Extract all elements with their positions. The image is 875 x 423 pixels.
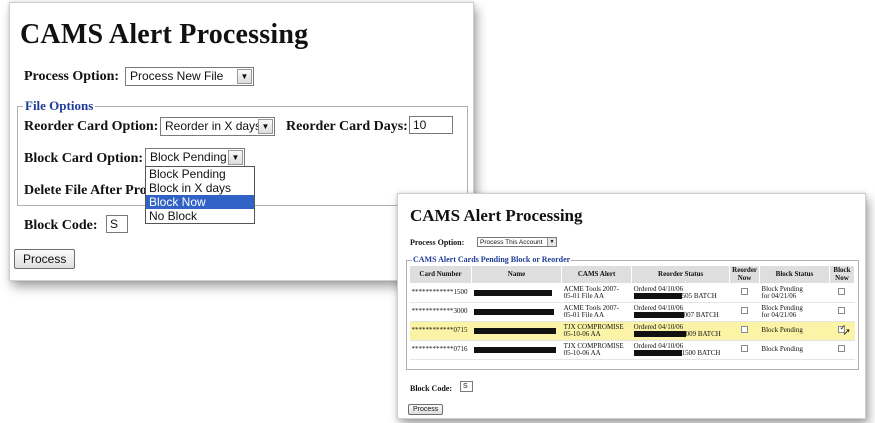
block-code-input[interactable]: S (106, 215, 128, 233)
redacted-batch (633, 331, 686, 338)
block-code-input[interactable]: S (460, 381, 473, 392)
table-row: ************1500 ACME Tools 2007- 05-01 F… (409, 283, 855, 303)
table-row-highlighted: ************0715 TJX COMPROMISE 05-10-06 … (409, 321, 855, 341)
page-title: CAMS Alert Processing (20, 19, 309, 50)
chevron-down-icon: ▼ (258, 119, 273, 134)
block-now-cell: ➚ (829, 321, 855, 341)
dropdown-option-block-pending[interactable]: Block Pending (146, 167, 254, 181)
reorder-now-checkbox[interactable] (741, 307, 749, 315)
delete-file-after-processing-label: Delete File After Pro (24, 183, 146, 198)
page-title: CAMS Alert Processing (410, 206, 583, 225)
block-now-cell (829, 283, 855, 303)
cams-alert-cell: ACME Tools 2007- 05-01 File AA (561, 283, 632, 303)
cams-alert-cell: ACME Tools 2007- 05-01 File AA (561, 302, 632, 322)
dropdown-option-block-in-x-days[interactable]: Block in X days (146, 181, 254, 195)
cams-alert-cell: TJX COMPROMISE 05-10-06 AA (561, 321, 632, 341)
block-card-option-value: Block Pending (150, 150, 227, 164)
block-now-cell (829, 340, 855, 360)
card-number-cell: ************0716 (409, 340, 472, 360)
reorder-card-days-label: Reorder Card Days: (286, 119, 408, 134)
redacted-name (473, 327, 556, 334)
table-row: ************0716 TJX COMPROMISE 05-10-06 … (409, 340, 855, 360)
card-number-cell: ************1500 (409, 283, 472, 303)
redacted-batch (633, 293, 682, 300)
block-status-cell: Block Pending (759, 321, 830, 341)
reorder-now-cell (729, 283, 760, 303)
name-cell (471, 321, 562, 341)
pending-cards-legend: CAMS Alert Cards Pending Block or Reorde… (412, 255, 572, 264)
table-header-row: Card Number Name CAMS Alert Reorder Stat… (408, 265, 856, 284)
block-card-option-label: Block Card Option: (24, 151, 144, 166)
block-now-checkbox[interactable] (838, 307, 846, 315)
block-status-cell: Block Pending for 04/21/06 (759, 283, 830, 303)
file-options-legend: File Options (23, 98, 96, 114)
redacted-name (473, 289, 552, 296)
block-now-checkbox[interactable] (838, 345, 846, 353)
column-header-card-number: Card Number (408, 265, 473, 284)
block-card-option-dropdown: Block Pending Block in X days Block Now … (145, 166, 255, 224)
column-header-cams-alert: CAMS Alert (561, 265, 633, 284)
column-header-block-status: Block Status (758, 265, 830, 284)
reorder-now-checkbox[interactable] (741, 326, 749, 334)
process-button[interactable]: Process (14, 249, 76, 269)
process-option-label: Process Option: (24, 69, 120, 84)
process-option-select[interactable]: Process This Account ▼ (477, 237, 557, 247)
chevron-down-icon: ▼ (237, 69, 252, 84)
reorder-now-cell (729, 302, 760, 322)
block-now-checkbox[interactable] (838, 288, 846, 296)
name-cell (471, 302, 562, 322)
reorder-now-checkbox[interactable] (741, 345, 749, 353)
block-status-cell: Block Pending (759, 340, 830, 360)
reorder-status-cell: Ordered 04/10/06 009 BATCH (631, 321, 730, 341)
process-option-label: Process Option: (410, 238, 465, 247)
reorder-status-cell: Ordered 04/10/06 1500 BATCH (631, 340, 730, 360)
reorder-now-checkbox[interactable] (741, 288, 749, 296)
block-code-label: Block Code: (410, 384, 452, 393)
block-status-cell: Block Pending for 04/21/06 (759, 302, 830, 322)
card-number-cell: ************0715 (409, 321, 472, 341)
pending-cards-table: Card Number Name CAMS Alert Reorder Stat… (408, 265, 856, 360)
chevron-down-icon: ▼ (547, 238, 556, 246)
name-cell (471, 283, 562, 303)
reorder-card-option-value: Reorder in X days (165, 119, 262, 133)
redacted-name (473, 308, 554, 315)
block-code-label: Block Code: (24, 218, 98, 233)
table-row: ************3000 ACME Tools 2007- 05-01 F… (409, 302, 855, 322)
block-card-option-select[interactable]: Block Pending ▼ (145, 148, 245, 167)
redacted-name (473, 346, 556, 353)
chevron-down-icon: ▼ (228, 150, 243, 165)
process-button[interactable]: Process (408, 404, 444, 415)
reorder-card-option-select[interactable]: Reorder in X days ▼ (160, 117, 275, 136)
name-cell (471, 340, 562, 360)
reorder-status-cell: Ordered 04/10/06 007 BATCH (631, 302, 730, 322)
column-header-reorder-status: Reorder Status (631, 265, 731, 284)
cams-alert-cell: TJX COMPROMISE 05-10-06 AA (561, 340, 632, 360)
process-option-value: Process New File (130, 69, 224, 83)
column-header-reorder-now: Reorder Now (729, 265, 760, 284)
reorder-now-cell (729, 340, 760, 360)
reorder-status-cell: Ordered 04/10/06 505 BATCH (631, 283, 730, 303)
column-header-name: Name (471, 265, 563, 284)
reorder-card-days-input[interactable]: 10 (409, 116, 453, 134)
redacted-batch (633, 312, 684, 319)
cams-alert-processing-window-account: CAMS Alert Processing Process Option: Pr… (397, 193, 866, 419)
column-header-block-now: Block Now (828, 265, 856, 284)
card-number-cell: ************3000 (409, 302, 472, 322)
dropdown-option-no-block[interactable]: No Block (146, 209, 254, 223)
process-option-value: Process This Account (480, 239, 543, 246)
block-now-cell (829, 302, 855, 322)
reorder-card-option-label: Reorder Card Option: (24, 119, 159, 134)
reorder-now-cell (729, 321, 760, 341)
dropdown-option-block-now[interactable]: Block Now (146, 195, 254, 209)
mouse-pointer-icon: ➚ (842, 327, 851, 338)
redacted-batch (633, 350, 682, 357)
process-option-select[interactable]: Process New File ▼ (125, 67, 254, 86)
